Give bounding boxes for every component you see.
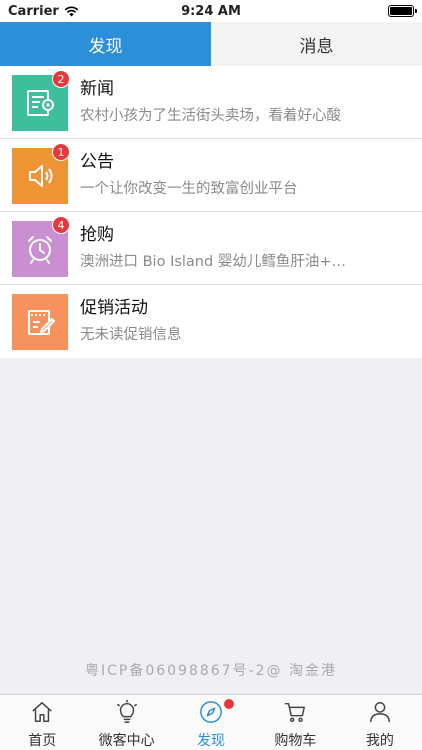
status-left: Carrier	[8, 4, 79, 19]
item-title: 促销活动	[80, 298, 148, 318]
tab-label: 发现	[197, 733, 226, 749]
status-bar: Carrier 9:24 AM	[0, 0, 422, 22]
list-item-news[interactable]: 2 新闻 农村小孩为了生活街头卖场，看着好心酸	[0, 66, 422, 139]
tab-label: 首页	[28, 733, 57, 749]
tab-discover-bottom[interactable]: 发现	[169, 695, 253, 750]
notification-dot	[224, 699, 235, 709]
badge: 2	[52, 70, 70, 88]
item-subtitle: 澳洲进口 Bio Island 婴幼儿鳕鱼肝油+…	[80, 254, 346, 270]
home-icon	[32, 702, 52, 722]
profile-icon	[369, 702, 390, 723]
item-title: 公告	[80, 152, 114, 172]
badge: 4	[52, 216, 70, 234]
tab-home[interactable]: 首页	[0, 695, 84, 750]
tab-cart[interactable]: 购物车	[253, 695, 337, 750]
tab-bar: 首页 微客中心 发现 购物车 我的	[0, 694, 422, 750]
segmented-control: 发现 消息	[0, 22, 422, 66]
item-title: 新闻	[80, 79, 114, 99]
item-subtitle: 一个让你改变一生的致富创业平台	[80, 181, 298, 197]
list-item-flash-sale[interactable]: 4 抢购 澳洲进口 Bio Island 婴幼儿鳕鱼肝油+…	[0, 212, 422, 285]
promotion-icon	[12, 294, 68, 350]
wifi-icon	[64, 6, 79, 17]
item-title: 抢购	[80, 225, 114, 245]
tab-profile[interactable]: 我的	[338, 695, 422, 750]
item-subtitle: 农村小孩为了生活街头卖场，看着好心酸	[80, 108, 341, 124]
tab-micro-center[interactable]: 微客中心	[84, 695, 168, 750]
list-item-notice[interactable]: 1 公告 一个让你改变一生的致富创业平台	[0, 139, 422, 212]
icp-footer: 粤ICP备06098867号-2@ 淘金港	[84, 663, 337, 679]
cart-icon	[285, 702, 306, 723]
item-subtitle: 无未读促销信息	[80, 327, 182, 343]
carrier-label: Carrier	[8, 3, 59, 19]
discover-list: 2 新闻 农村小孩为了生活街头卖场，看着好心酸 1 公告 一个让你改变一生的致富…	[0, 66, 422, 358]
tab-messages[interactable]: 消息	[211, 22, 422, 66]
badge: 1	[52, 143, 70, 161]
compass-icon	[200, 701, 222, 723]
lightbulb-icon	[116, 700, 137, 723]
tab-label: 我的	[365, 733, 394, 749]
list-item-promotion[interactable]: 促销活动 无未读促销信息	[0, 285, 422, 358]
tab-label: 微客中心	[98, 733, 155, 749]
battery-icon	[388, 5, 417, 17]
tab-discover[interactable]: 发现	[0, 22, 211, 66]
tab-label: 购物车	[274, 733, 317, 749]
